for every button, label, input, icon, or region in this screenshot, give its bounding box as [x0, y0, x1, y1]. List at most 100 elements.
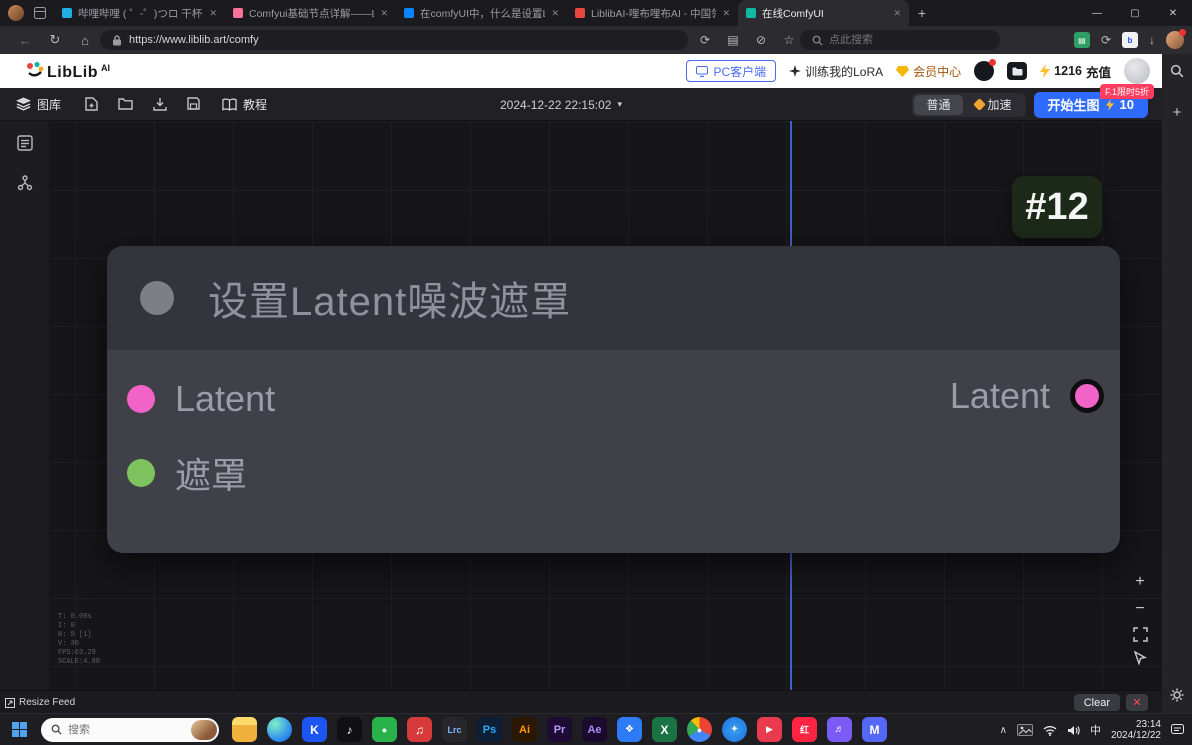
taskbar-app-after-effects[interactable]: Ae — [582, 717, 607, 742]
taskbar-app-blue-app[interactable]: ❖ — [617, 717, 642, 742]
tab-close-icon[interactable]: ✕ — [893, 8, 901, 19]
tutorial-button[interactable]: 教程 — [222, 96, 267, 113]
back-icon[interactable]: ← — [12, 26, 38, 54]
browser-tab-online-comfyui-active[interactable]: 在线ComfyUI ✕ — [738, 0, 909, 26]
wifi-icon[interactable] — [1043, 725, 1057, 736]
open-folder-icon[interactable] — [118, 97, 133, 110]
maximize-button[interactable]: ▢ — [1116, 0, 1154, 26]
ime-indicator[interactable]: 中 — [1090, 722, 1101, 738]
download-icon[interactable]: ↓ — [1149, 33, 1155, 47]
zoom-out-icon[interactable]: − — [1130, 600, 1150, 618]
speaker-icon[interactable] — [1067, 725, 1080, 736]
taskbar-app-premiere[interactable]: Pr — [547, 717, 572, 742]
tracking-prevention-icon[interactable]: ⊘ — [748, 26, 774, 54]
node-header[interactable]: 设置Latent噪波遮罩 — [107, 246, 1120, 350]
comfy-canvas[interactable]: #12 设置Latent噪波遮罩 Latent 遮罩 Latent T: 0.0… — [50, 121, 1162, 690]
photo-thumbnail-icon[interactable] — [1016, 724, 1033, 736]
sidebar-search-icon[interactable] — [1170, 64, 1184, 78]
input-port-latent[interactable] — [127, 385, 155, 413]
close-button[interactable]: ✕ — [1154, 0, 1192, 26]
new-tab-button[interactable]: + — [909, 0, 935, 26]
zoom-in-icon[interactable]: + — [1130, 573, 1150, 591]
node-body[interactable]: Latent 遮罩 Latent — [107, 350, 1120, 553]
taskbar-app-photoshop[interactable]: Ps — [477, 717, 502, 742]
home-icon[interactable]: ⌂ — [72, 26, 98, 54]
address-bar[interactable] — [100, 30, 688, 50]
reading-list-icon[interactable]: ▤ — [1073, 32, 1090, 48]
output-port-latent[interactable] — [1070, 379, 1104, 413]
taskbar-clock[interactable]: 23:14 2024/12/22 — [1111, 719, 1161, 741]
member-center-button[interactable]: 会员中心 — [896, 63, 961, 80]
node-panel-icon[interactable] — [16, 135, 33, 151]
workflow-tree-icon[interactable] — [17, 175, 33, 191]
new-file-icon[interactable] — [85, 97, 98, 111]
reading-mode-icon[interactable]: ▤ — [720, 26, 746, 54]
translate-icon[interactable]: ⟳ — [692, 26, 718, 54]
mode-boost-button[interactable]: 加速 — [963, 95, 1024, 115]
browser-tab-bilibili[interactable]: 哔哩哔哩 ( ゜-゜)つロ 干杯~-bilibili ✕ — [54, 0, 225, 26]
liblib-logo[interactable]: LibLib AI — [26, 61, 110, 82]
browser-tab-comfyui-guide[interactable]: Comfyui基础节点详解——Latent… ✕ — [225, 0, 396, 26]
gallery-button[interactable]: 图库 — [16, 96, 61, 113]
workflow-timestamp-dropdown[interactable]: 2024-12-22 22:15:02 ▾ — [500, 88, 622, 121]
taskbar-app-red-music[interactable]: ♫ — [407, 717, 432, 742]
refresh-icon[interactable]: ↻ — [42, 26, 68, 54]
cursor-select-icon[interactable] — [1133, 651, 1147, 665]
credits-recharge-button[interactable]: 1216 充值 — [1040, 62, 1111, 81]
fit-view-icon[interactable] — [1132, 627, 1148, 642]
sidebar-add-icon[interactable]: + — [1173, 104, 1182, 121]
taskbar-app-blue-m[interactable]: M — [862, 717, 887, 742]
train-lora-button[interactable]: 训练我的LoRA — [789, 63, 883, 80]
tab-close-icon[interactable]: ✕ — [380, 8, 388, 19]
url-input[interactable] — [129, 34, 688, 46]
start-button[interactable] — [12, 722, 27, 737]
pc-client-button[interactable]: PC客户端 — [686, 60, 777, 82]
notification-center-icon[interactable] — [1171, 724, 1184, 736]
user-avatar[interactable] — [1124, 58, 1150, 84]
import-download-icon[interactable] — [153, 97, 167, 111]
taskbar-app-kimi[interactable]: K — [302, 717, 327, 742]
member-gem-icon — [896, 65, 910, 77]
message-icon[interactable] — [974, 59, 997, 81]
taskbar-app-douyin[interactable]: ♪ — [337, 717, 362, 742]
workspace-folder-icon[interactable] — [1007, 62, 1028, 80]
generate-button[interactable]: 开始生图 10 F.1限时5折 — [1033, 83, 1154, 118]
taskbar-app-illustrator[interactable]: Ai — [512, 717, 537, 742]
node-collapse-dot[interactable] — [140, 281, 174, 315]
tab-close-icon[interactable]: ✕ — [551, 8, 559, 19]
tab-layout-icon[interactable] — [34, 7, 46, 19]
extension-icon[interactable]: b — [1122, 32, 1138, 48]
tab-close-icon[interactable]: ✕ — [209, 8, 217, 19]
clear-button[interactable]: Clear — [1073, 694, 1120, 711]
taskbar-app-wechat[interactable]: ● — [372, 717, 397, 742]
sidebar-settings-gear-icon[interactable] — [1170, 688, 1184, 707]
taskbar-app-red-video[interactable]: ▶ — [757, 717, 782, 742]
taskbar-search-input[interactable] — [68, 723, 178, 736]
taskbar-app-edge-browser[interactable] — [267, 717, 292, 742]
close-feed-button[interactable]: ✕ — [1126, 694, 1148, 711]
tray-expand-icon[interactable]: ∧ — [1000, 725, 1007, 736]
search-input[interactable] — [829, 34, 949, 46]
set-latent-noise-mask-node[interactable]: 设置Latent噪波遮罩 Latent 遮罩 Latent — [107, 246, 1120, 553]
input-port-mask[interactable] — [127, 459, 155, 487]
browser-profile-button[interactable] — [1166, 29, 1186, 49]
resize-feed-toggle[interactable]: Resize Feed — [5, 691, 75, 714]
favorite-star-icon[interactable]: ☆ — [776, 26, 802, 54]
taskbar-app-file-explorer[interactable] — [232, 717, 257, 742]
browser-tab-latent-question[interactable]: 在comfyUI中，什么是设置Latent!! ✕ — [396, 0, 567, 26]
browser-tab-liblibai[interactable]: LiblibAI-哩布哩布AI - 中国领先的… ✕ — [567, 0, 738, 26]
browser-search-box[interactable] — [800, 30, 1000, 50]
taskbar-app-excel[interactable]: X — [652, 717, 677, 742]
sync-shield-icon[interactable]: ⟳ — [1101, 33, 1111, 47]
taskbar-app-purple-music[interactable]: ♬ — [827, 717, 852, 742]
tab-close-icon[interactable]: ✕ — [722, 8, 730, 19]
taskbar-app-safari[interactable]: ✦ — [722, 717, 747, 742]
taskbar-search-box[interactable] — [41, 717, 219, 742]
minimize-button[interactable]: — — [1078, 0, 1116, 26]
taskbar-app-chrome[interactable]: ● — [687, 717, 712, 742]
taskbar-app-lightroom-classic[interactable]: Lrc — [442, 717, 467, 742]
mode-normal-button[interactable]: 普通 — [914, 94, 963, 115]
browser-profile-avatar[interactable] — [8, 5, 24, 21]
save-icon[interactable] — [187, 97, 200, 110]
taskbar-app-xiaohongshu[interactable]: 红 — [792, 717, 817, 742]
